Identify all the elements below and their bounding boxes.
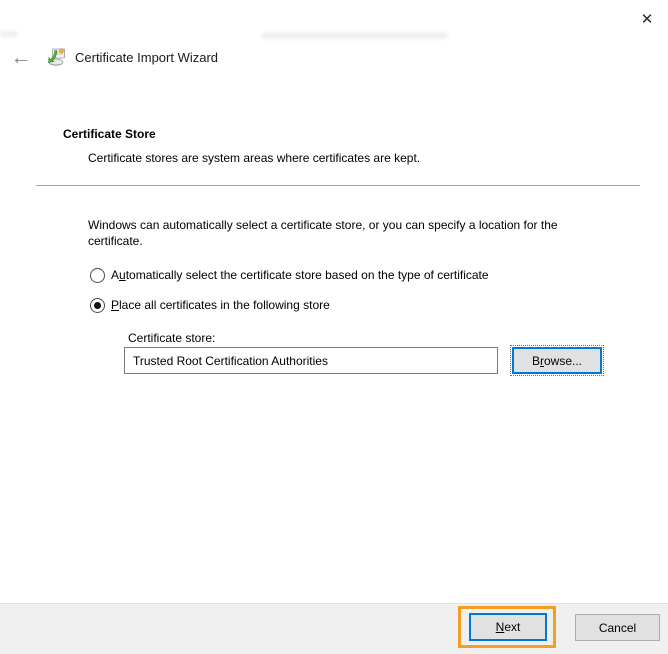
footer-bar bbox=[0, 603, 668, 654]
radio-place-all-certificates-label: Place all certificates in the following … bbox=[111, 298, 330, 312]
radio-place-all-certificates[interactable]: Place all certificates in the following … bbox=[90, 297, 330, 313]
radio-automatic-store[interactable]: Automatically select the certificate sto… bbox=[90, 267, 489, 283]
blurred-titlebar-text bbox=[0, 31, 18, 37]
cancel-button[interactable]: Cancel bbox=[575, 614, 660, 641]
radio-button-icon[interactable] bbox=[90, 298, 105, 313]
browse-button[interactable]: Browse... bbox=[512, 347, 602, 374]
blurred-titlebar-text bbox=[262, 32, 448, 39]
radio-button-icon[interactable] bbox=[90, 268, 105, 283]
next-button[interactable]: Next bbox=[469, 613, 547, 641]
back-button[interactable]: ← bbox=[8, 44, 34, 70]
certificate-store-label: Certificate store: bbox=[128, 331, 215, 345]
section-heading: Certificate Store bbox=[63, 127, 156, 141]
certificate-import-wizard-window: ✕ ← Certificate Import Wizard Certificat… bbox=[0, 0, 668, 654]
page-title: Certificate Import Wizard bbox=[75, 50, 218, 65]
header-divider bbox=[36, 185, 640, 187]
close-icon[interactable]: ✕ bbox=[636, 8, 658, 30]
certificate-store-input[interactable] bbox=[124, 347, 498, 374]
section-description: Certificate stores are system areas wher… bbox=[88, 151, 420, 165]
radio-automatic-store-label: Automatically select the certificate sto… bbox=[111, 268, 489, 282]
intro-text: Windows can automatically select a certi… bbox=[88, 217, 613, 249]
certificate-import-icon bbox=[46, 46, 67, 67]
